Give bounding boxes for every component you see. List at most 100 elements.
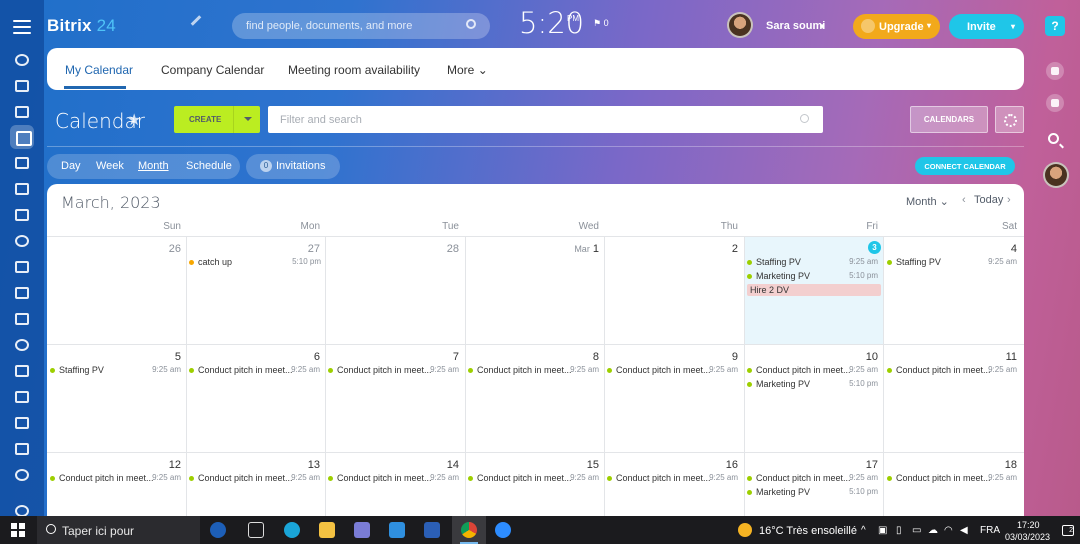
taskbar-time[interactable]: 17:20: [1017, 520, 1040, 530]
calendar-event[interactable]: catch up 5:10 pm: [189, 256, 321, 269]
day-number[interactable]: 18: [967, 459, 1017, 471]
groups-icon[interactable]: [15, 235, 29, 247]
chat-icon[interactable]: [15, 106, 29, 118]
tray-apps-icon[interactable]: ▣: [878, 525, 887, 536]
logo[interactable]: Bitrix 24: [47, 16, 116, 36]
next-month-icon[interactable]: ›: [1007, 194, 1011, 206]
taskbar-search-text[interactable]: Taper ici pour: [62, 524, 134, 538]
day-number[interactable]: 12: [131, 459, 181, 471]
search-icon[interactable]: [800, 114, 809, 123]
drive-icon[interactable]: [15, 183, 29, 195]
calendar-event[interactable]: Conduct pitch in meet... 9:25 am: [189, 472, 320, 485]
calendars-button[interactable]: CALENDARS: [910, 106, 988, 133]
file-explorer-icon[interactable]: [319, 522, 335, 538]
calendar-event[interactable]: Marketing PV 5:10 pm: [747, 378, 878, 391]
connect-calendar-button[interactable]: CONNECT CALENDAR: [915, 157, 1015, 175]
tab-more[interactable]: More ⌄: [447, 63, 488, 77]
invitations-label[interactable]: Invitations: [276, 160, 326, 172]
tray-cloud-icon[interactable]: ☁: [928, 525, 938, 536]
day-number[interactable]: 16: [688, 459, 738, 471]
day-number[interactable]: 10: [828, 351, 878, 363]
day-number[interactable]: 17: [828, 459, 878, 471]
search-icon[interactable]: [1048, 133, 1059, 144]
day-number[interactable]: 9: [688, 351, 738, 363]
documents-icon[interactable]: [15, 157, 29, 169]
day-number[interactable]: 2: [688, 243, 738, 255]
day-number[interactable]: 28: [409, 243, 459, 255]
calendar-event[interactable]: Conduct pitch in meet... 9:25 am: [468, 472, 599, 485]
filter-search-input[interactable]: [268, 106, 823, 133]
filter-icon[interactable]: [15, 287, 29, 299]
menu-icon[interactable]: [13, 20, 31, 38]
help-icon[interactable]: ?: [1045, 16, 1065, 36]
calendar-event[interactable]: Conduct pitch in meet... 9:25 am: [328, 364, 459, 377]
calendar-event[interactable]: Marketing PV 5:10 pm: [747, 486, 878, 499]
weather-sun-icon[interactable]: [738, 523, 752, 537]
mail-icon[interactable]: [15, 209, 29, 221]
edit-icon[interactable]: [190, 15, 202, 26]
star-icon[interactable]: ★: [127, 110, 141, 130]
today-day-number[interactable]: 3: [868, 241, 881, 254]
calendar-event[interactable]: Conduct pitch in meet... 9:25 am: [747, 472, 878, 485]
cart-icon[interactable]: [15, 365, 29, 377]
company-icon[interactable]: [15, 313, 29, 325]
tray-wifi-icon[interactable]: ◠: [944, 525, 953, 536]
day-number[interactable]: Mar 1: [549, 243, 599, 255]
calendar-event[interactable]: Conduct pitch in meet... 9:25 am: [50, 472, 181, 485]
day-number[interactable]: 8: [549, 351, 599, 363]
calendar-event[interactable]: Conduct pitch in meet... 9:25 am: [607, 364, 738, 377]
tray-chevron-icon[interactable]: ^: [861, 525, 866, 536]
search-icon[interactable]: [466, 19, 476, 29]
word-icon[interactable]: [424, 522, 440, 538]
tray-volume-icon[interactable]: ◀: [960, 525, 968, 536]
day-number[interactable]: 6: [270, 351, 320, 363]
tab-company-calendar[interactable]: Company Calendar: [161, 63, 264, 77]
notification-icon[interactable]: 2: [1062, 525, 1074, 536]
contact-avatar[interactable]: [1043, 162, 1069, 188]
day-number[interactable]: 5: [131, 351, 181, 363]
calendar-event[interactable]: Hire 2 DV: [747, 284, 881, 296]
mail-icon[interactable]: [389, 522, 405, 538]
messenger-icon[interactable]: [1046, 94, 1064, 112]
windows-start-icon[interactable]: [11, 523, 25, 537]
prev-month-icon[interactable]: ‹: [962, 194, 966, 206]
calendar-event[interactable]: Marketing PV 5:10 pm: [747, 270, 878, 283]
day-number[interactable]: 27: [270, 243, 320, 255]
weather-text[interactable]: 16°C Très ensoleillé: [759, 525, 857, 537]
calendar-event[interactable]: Staffing PV 9:25 am: [887, 256, 1017, 269]
calendar-event[interactable]: Conduct pitch in meet... 9:25 am: [328, 472, 459, 485]
calendar-event[interactable]: Conduct pitch in meet... 9:25 am: [607, 472, 738, 485]
create-dropdown-icon[interactable]: [233, 106, 260, 133]
more-chevron-icon[interactable]: [15, 469, 29, 481]
view-schedule[interactable]: Schedule: [186, 160, 232, 172]
flag-counter[interactable]: ⚑ 0: [593, 18, 609, 29]
box-icon[interactable]: [15, 443, 29, 455]
day-number[interactable]: 11: [967, 351, 1017, 363]
invite-button[interactable]: Invite ▾: [949, 14, 1024, 39]
checklist-icon[interactable]: [15, 261, 29, 273]
bell-icon[interactable]: [1046, 62, 1064, 80]
target-icon[interactable]: [15, 339, 29, 351]
feed-icon[interactable]: [15, 54, 29, 66]
day-number[interactable]: 4: [967, 243, 1017, 255]
zoom-icon[interactable]: [495, 522, 511, 538]
view-day[interactable]: Day: [61, 160, 81, 172]
chrome-icon[interactable]: [461, 522, 477, 538]
calendar-event[interactable]: Conduct pitch in meet... 9:25 am: [887, 364, 1017, 377]
bing-icon[interactable]: [210, 522, 226, 538]
calendar-event[interactable]: Conduct pitch in meet... 9:25 am: [468, 364, 599, 377]
language-indicator[interactable]: FRA: [980, 525, 1000, 536]
calendar-icon[interactable]: [10, 125, 34, 149]
day-number[interactable]: 7: [409, 351, 459, 363]
calendar-event[interactable]: Conduct pitch in meet... 9:25 am: [887, 472, 1017, 485]
calendar-event[interactable]: Staffing PV 9:25 am: [50, 364, 181, 377]
username[interactable]: Sara soumi: [766, 20, 825, 32]
tray-battery-icon[interactable]: ▭: [912, 525, 921, 536]
store-icon[interactable]: [354, 522, 370, 538]
month-view-select[interactable]: Month ⌄: [906, 195, 949, 208]
gear-icon[interactable]: [995, 106, 1024, 133]
robot-icon[interactable]: [15, 417, 29, 429]
view-week[interactable]: Week: [96, 160, 124, 172]
day-number[interactable]: 26: [131, 243, 181, 255]
calendar-event[interactable]: Staffing PV 9:25 am: [747, 256, 878, 269]
